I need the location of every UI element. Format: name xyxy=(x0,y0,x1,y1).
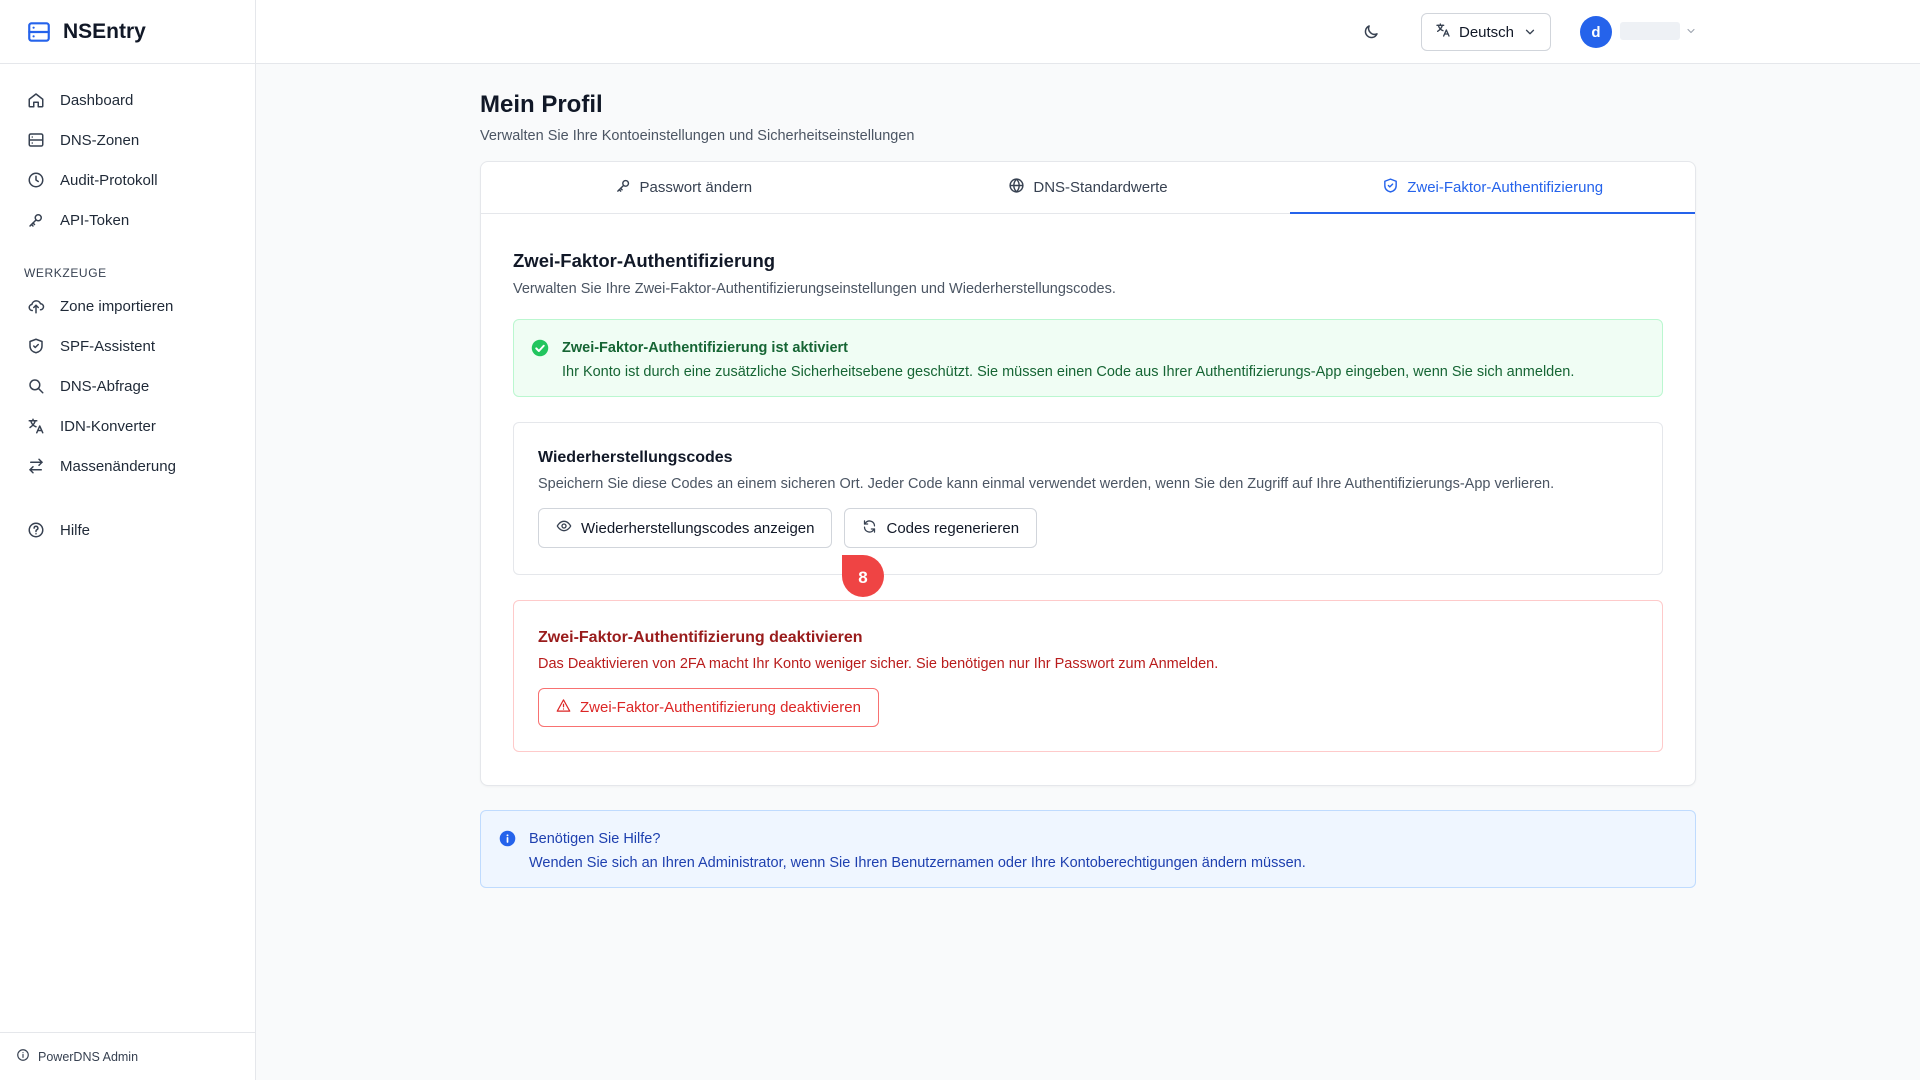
shield-icon xyxy=(26,336,46,356)
page-title: Mein Profil xyxy=(480,91,603,118)
recovery-actions: Wiederherstellungscodes anzeigen Codes r… xyxy=(538,508,1638,548)
sidebar-item-dashboard[interactable]: Dashboard xyxy=(12,80,243,120)
sidebar-item-audit-log[interactable]: Audit-Protokoll xyxy=(12,160,243,200)
regenerate-codes-button[interactable]: Codes regenerieren xyxy=(844,508,1038,548)
sidebar-item-spf-assistant[interactable]: SPF-Assistent xyxy=(12,326,243,366)
tab-change-password[interactable]: Passwort ändern xyxy=(481,162,886,213)
tab-bar: Passwort ändern DNS-Standardwerte Zwei-F… xyxy=(481,162,1695,214)
section-subtitle: Verwalten Sie Ihre Zwei-Faktor-Authentif… xyxy=(513,281,1116,297)
chevron-down-icon[interactable] xyxy=(1685,25,1697,37)
clock-icon xyxy=(26,170,46,190)
show-recovery-codes-button[interactable]: Wiederherstellungscodes anzeigen xyxy=(538,508,833,548)
warning-icon xyxy=(556,698,571,717)
footer-label: PowerDNS Admin xyxy=(38,1049,139,1064)
step-marker-number: 8 xyxy=(858,567,868,587)
disable-2fa-box: Zwei-Faktor-Authentifizierung deaktivier… xyxy=(513,600,1663,752)
translate-icon xyxy=(1435,22,1451,42)
tab-dns-defaults[interactable]: DNS-Standardwerte xyxy=(886,162,1291,213)
sidebar: NSEntry Dashboard DNS-Zonen Audit-Protok… xyxy=(0,0,256,1080)
check-circle-icon xyxy=(531,339,549,357)
sidebar-item-label: Zone importieren xyxy=(60,297,174,315)
sidebar-item-api-token[interactable]: API-Token xyxy=(12,200,243,240)
brand-name: NSEntry xyxy=(63,19,146,43)
sidebar-footer: PowerDNS Admin xyxy=(0,1032,255,1080)
home-icon xyxy=(26,90,46,110)
user-name-redacted[interactable] xyxy=(1620,22,1680,40)
sidebar-item-label: Massenänderung xyxy=(60,457,176,475)
info-icon xyxy=(499,830,516,852)
brand[interactable]: NSEntry xyxy=(0,0,255,64)
key-icon xyxy=(26,210,46,230)
disable-2fa-button[interactable]: Zwei-Faktor-Authentifizierung deaktivier… xyxy=(538,688,879,727)
tools-heading: WERKZEUGE xyxy=(24,266,107,280)
tab-two-factor[interactable]: Zwei-Faktor-Authentifizierung xyxy=(1290,162,1695,214)
status-title: Zwei-Faktor-Authentifizierung ist aktivi… xyxy=(562,340,848,356)
sidebar-item-idn-converter[interactable]: IDN-Konverter xyxy=(12,406,243,446)
sidebar-item-label: Hilfe xyxy=(60,521,91,539)
key-icon xyxy=(615,177,632,198)
server-icon xyxy=(25,18,53,46)
recovery-text: Speichern Sie diese Codes an einem siche… xyxy=(538,476,1555,492)
translate-icon xyxy=(26,416,46,436)
main-content: Mein Profil Verwalten Sie Ihre Kontoeins… xyxy=(480,64,1696,888)
button-label: Codes regenerieren xyxy=(886,519,1020,537)
tab-label: Passwort ändern xyxy=(639,179,753,196)
refresh-icon xyxy=(862,519,877,538)
avatar[interactable]: d xyxy=(1580,16,1612,48)
help-circle-icon xyxy=(26,520,46,540)
globe-icon xyxy=(1008,177,1025,198)
tab-label: Zwei-Faktor-Authentifizierung xyxy=(1407,179,1604,196)
sidebar-item-help[interactable]: Hilfe xyxy=(12,510,243,550)
sidebar-item-dns-zones[interactable]: DNS-Zonen xyxy=(12,120,243,160)
language-select[interactable]: Deutsch xyxy=(1421,13,1551,51)
sidebar-item-label: IDN-Konverter xyxy=(60,417,156,435)
sidebar-item-label: DNS-Abfrage xyxy=(60,377,150,395)
cloud-upload-icon xyxy=(26,296,46,316)
disable-title: Zwei-Faktor-Authentifizierung deaktivier… xyxy=(538,629,863,646)
disable-text: Das Deaktivieren von 2FA macht Ihr Konto… xyxy=(538,656,1219,672)
help-box: Benötigen Sie Hilfe? Wenden Sie sich an … xyxy=(480,810,1696,888)
recovery-codes-box: Wiederherstellungscodes Speichern Sie di… xyxy=(513,422,1663,597)
two-factor-panel: Zwei-Faktor-Authentifizierung Verwalten … xyxy=(481,214,1695,752)
language-label: Deutsch xyxy=(1459,23,1515,41)
recovery-title: Wiederherstellungscodes xyxy=(538,449,733,466)
arrows-exchange-icon xyxy=(26,456,46,476)
moon-icon[interactable] xyxy=(1359,20,1383,44)
sidebar-item-dns-lookup[interactable]: DNS-Abfrage xyxy=(12,366,243,406)
sidebar-item-zone-import[interactable]: Zone importieren xyxy=(12,286,243,326)
sidebar-item-label: API-Token xyxy=(60,211,130,229)
sidebar-item-bulk-change[interactable]: Massenänderung xyxy=(12,446,243,486)
info-icon xyxy=(16,1048,30,1065)
button-label: Zwei-Faktor-Authentifizierung deaktivier… xyxy=(580,699,861,716)
server-icon xyxy=(26,130,46,150)
shield-check-icon xyxy=(1382,177,1399,198)
sidebar-item-label: Audit-Protokoll xyxy=(60,171,158,189)
eye-icon xyxy=(556,518,572,538)
sidebar-item-label: DNS-Zonen xyxy=(60,131,140,149)
section-title: Zwei-Faktor-Authentifizierung xyxy=(513,250,776,271)
help-title: Benötigen Sie Hilfe? xyxy=(529,831,661,847)
page-subtitle: Verwalten Sie Ihre Kontoeinstellungen un… xyxy=(480,128,915,144)
status-alert: Zwei-Faktor-Authentifizierung ist aktivi… xyxy=(513,319,1663,397)
chevron-down-icon xyxy=(1523,25,1537,39)
status-text: Ihr Konto ist durch eine zusätzliche Sic… xyxy=(562,364,1575,380)
search-icon xyxy=(26,376,46,396)
tab-label: DNS-Standardwerte xyxy=(1033,179,1168,196)
top-bar: Deutsch d xyxy=(256,0,1920,64)
button-label: Wiederherstellungscodes anzeigen xyxy=(581,519,815,537)
sidebar-item-label: SPF-Assistent xyxy=(60,337,156,355)
sidebar-item-label: Dashboard xyxy=(60,91,134,109)
profile-card: Passwort ändern DNS-Standardwerte Zwei-F… xyxy=(480,161,1696,786)
help-text: Wenden Sie sich an Ihren Administrator, … xyxy=(529,855,1306,871)
sidebar-nav: Dashboard DNS-Zonen Audit-Protokoll API-… xyxy=(0,64,255,550)
